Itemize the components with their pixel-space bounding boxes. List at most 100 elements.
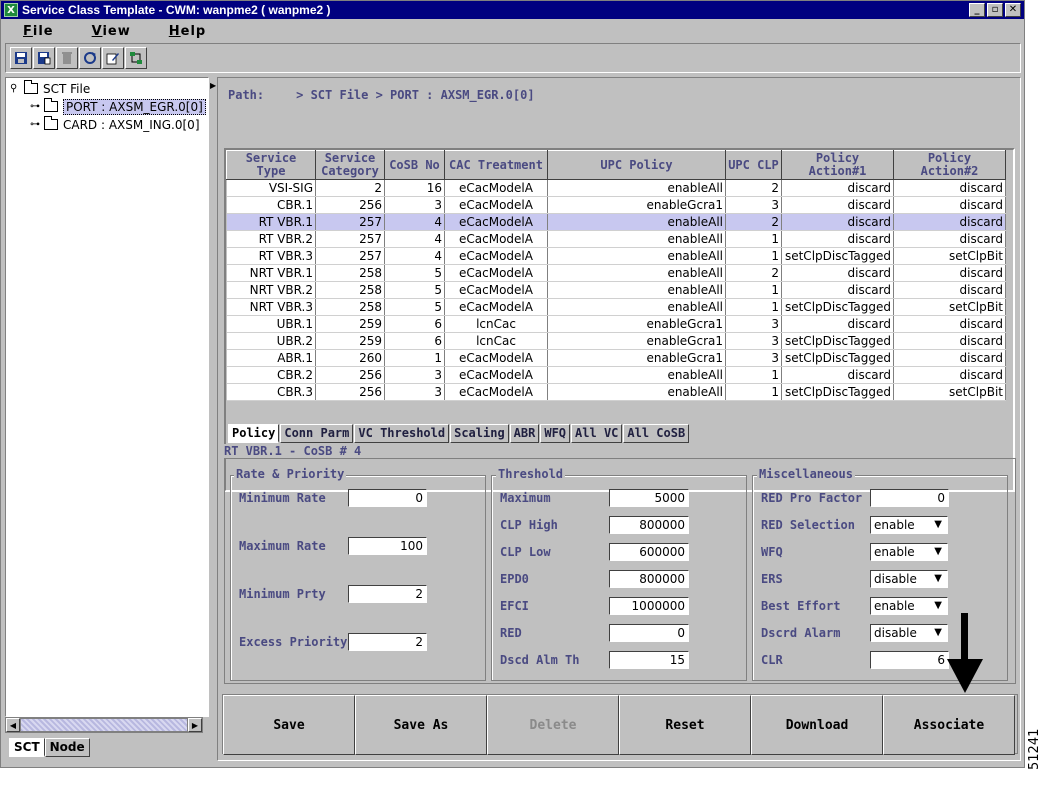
chevron-down-icon[interactable]: ▼: [934, 572, 942, 586]
refresh-icon[interactable]: [79, 47, 101, 69]
column-header[interactable]: CoSB No: [384, 150, 445, 180]
panel-splitter[interactable]: ▶: [209, 77, 217, 761]
save-button[interactable]: Save: [223, 695, 355, 755]
tab-vc-threshold[interactable]: VC Threshold: [354, 424, 450, 443]
threshold-field-input[interactable]: 800000: [609, 516, 689, 534]
column-header[interactable]: CAC Treatment: [444, 150, 548, 180]
column-header[interactable]: Policy Action#1: [781, 150, 894, 180]
table-row[interactable]: RT VBR.2 257 4 eCacModelA enableAll 1 discard d…: [226, 230, 1006, 248]
misc-field-select[interactable]: enable ▼: [870, 543, 948, 561]
maximum-rate-input[interactable]: 100: [348, 537, 427, 555]
table-row[interactable]: CBR.2 256 3 eCacModelA enableAll 1 discard disc…: [226, 366, 1006, 384]
chevron-down-icon[interactable]: ▼: [934, 599, 942, 613]
download-button[interactable]: Download: [751, 695, 883, 755]
misc-field-input[interactable]: 6: [870, 651, 949, 669]
tree-horizontal-scrollbar[interactable]: ◀ ▶: [5, 717, 203, 733]
minimum-rate-input[interactable]: 0: [348, 489, 427, 507]
threshold-field-input[interactable]: 800000: [609, 570, 689, 588]
table-row[interactable]: RT VBR.3 257 4 eCacModelA enableAll 1 setClpDi…: [226, 247, 1006, 265]
misc-field-select[interactable]: disable ▼: [870, 570, 948, 588]
table-row[interactable]: VSI-SIG 2 16 eCacModelA enableAll 2 discard dis…: [226, 179, 1006, 197]
tree-item-port[interactable]: ⊶ PORT : AXSM_EGR.0[0]: [30, 98, 206, 115]
table-row[interactable]: UBR.2 259 6 lcnCac enableGcra1 3 setClpDiscTag…: [226, 332, 1006, 350]
table-cell: setClpBit: [893, 247, 1006, 265]
chevron-down-icon[interactable]: ▼: [934, 518, 942, 532]
minimize-button[interactable]: _: [969, 3, 985, 17]
column-header[interactable]: Policy Action#2: [893, 150, 1006, 180]
splitter-right-icon[interactable]: ▶: [210, 81, 216, 90]
threshold-field-input[interactable]: 1000000: [609, 597, 689, 615]
maximum-rate-label: Maximum Rate: [239, 539, 326, 553]
table-cell: 1: [725, 247, 782, 265]
table-row[interactable]: CBR.3 256 3 eCacModelA enableAll 1 setClpDiscT…: [226, 383, 1006, 401]
tab-policy[interactable]: Policy: [228, 424, 280, 443]
misc-field-select[interactable]: disable ▼: [870, 624, 948, 642]
tab-wfq[interactable]: WFQ: [540, 424, 571, 443]
menu-help[interactable]: Help: [159, 24, 216, 39]
edit-icon[interactable]: [102, 47, 124, 69]
column-header[interactable]: UPC Policy: [547, 150, 726, 180]
threshold-field-input[interactable]: 0: [609, 624, 689, 642]
table-cell: 258: [315, 264, 385, 282]
table-cell: setClpBit: [893, 298, 1006, 316]
misc-field-select[interactable]: enable ▼: [870, 597, 948, 615]
scroll-left-icon[interactable]: ◀: [6, 718, 20, 732]
scroll-right-icon[interactable]: ▶: [188, 718, 202, 732]
table-cell: 6: [384, 315, 445, 333]
table-row[interactable]: NRT VBR.3 258 5 eCacModelA enableAll 1 setClpD…: [226, 298, 1006, 316]
maximize-button[interactable]: ▫: [987, 3, 1003, 17]
table-cell: 256: [315, 383, 385, 401]
table-cell: 256: [315, 366, 385, 384]
path-value: > SCT File > PORT : AXSM_EGR.0[0]: [296, 88, 535, 102]
misc-field-input[interactable]: 0: [870, 489, 949, 507]
delete-button[interactable]: Delete: [487, 695, 619, 755]
misc-field-select[interactable]: enable ▼: [870, 516, 948, 534]
threshold-field-input[interactable]: 600000: [609, 543, 689, 561]
delete-icon[interactable]: [56, 47, 78, 69]
column-header[interactable]: Service Category: [315, 150, 385, 180]
save-icon[interactable]: [10, 47, 32, 69]
menu-view[interactable]: View: [82, 24, 141, 39]
associate-button[interactable]: Associate: [883, 695, 1015, 755]
tab-sct[interactable]: SCT: [9, 738, 45, 757]
reset-button[interactable]: Reset: [619, 695, 751, 755]
table-row[interactable]: NRT VBR.2 258 5 eCacModelA enableAll 1 discard…: [226, 281, 1006, 299]
table-row[interactable]: UBR.1 259 6 lcnCac enableGcra1 3 discard discar…: [226, 315, 1006, 333]
excess-priority-input[interactable]: 2: [348, 633, 427, 651]
save-as-button[interactable]: Save As: [355, 695, 487, 755]
menu-file[interactable]: File: [13, 24, 64, 39]
tab-all-vc[interactable]: All VC: [571, 424, 623, 443]
table-cell: 2: [725, 213, 782, 231]
table-row[interactable]: NRT VBR.1 258 5 eCacModelA enableAll 2 discard…: [226, 264, 1006, 282]
tab-abr[interactable]: ABR: [509, 424, 540, 443]
tree-item-card[interactable]: ⊶ CARD : AXSM_ING.0[0]: [30, 116, 200, 133]
tree-root[interactable]: ⚲ SCT File: [10, 80, 90, 97]
table-cell: RT VBR.1: [226, 213, 316, 231]
tab-node[interactable]: Node: [44, 738, 90, 757]
minimum-priority-input[interactable]: 2: [348, 585, 427, 603]
tab-all-cosb[interactable]: All CoSB: [623, 424, 690, 443]
tree-panel: ⚲ SCT File ⊶ PORT : AXSM_EGR.0[0] ⊶ CARD…: [5, 77, 209, 717]
table-cell: 3: [725, 196, 782, 214]
threshold-field-input[interactable]: 15: [609, 651, 689, 669]
tab-conn-parm[interactable]: Conn Parm: [280, 424, 354, 443]
chevron-down-icon[interactable]: ▼: [934, 545, 942, 559]
network-icon[interactable]: [125, 47, 147, 69]
tab-scaling[interactable]: Scaling: [450, 424, 509, 443]
table-cell: discard: [781, 366, 894, 384]
table-cell: NRT VBR.3: [226, 298, 316, 316]
chevron-down-icon[interactable]: ▼: [934, 626, 942, 640]
column-header[interactable]: UPC CLP: [725, 150, 782, 180]
table-row[interactable]: CBR.1 256 3 eCacModelA enableGcra1 3 discard di…: [226, 196, 1006, 214]
table-cell: RT VBR.3: [226, 247, 316, 265]
threshold-field-input[interactable]: 5000: [609, 489, 689, 507]
scroll-track[interactable]: [20, 718, 188, 732]
table-cell: enableAll: [547, 281, 726, 299]
table-cell: 257: [315, 230, 385, 248]
close-button[interactable]: ✕: [1005, 3, 1021, 17]
column-header[interactable]: Service Type: [226, 150, 316, 180]
table-row[interactable]: ABR.1 260 1 eCacModelA enableGcra1 3 setClpDis…: [226, 349, 1006, 367]
table-row[interactable]: RT VBR.1 257 4 eCacModelA enableAll 2 discard d…: [226, 213, 1006, 231]
tree-expander-icon[interactable]: ⚲: [10, 83, 24, 94]
save-as-icon[interactable]: [33, 47, 55, 69]
